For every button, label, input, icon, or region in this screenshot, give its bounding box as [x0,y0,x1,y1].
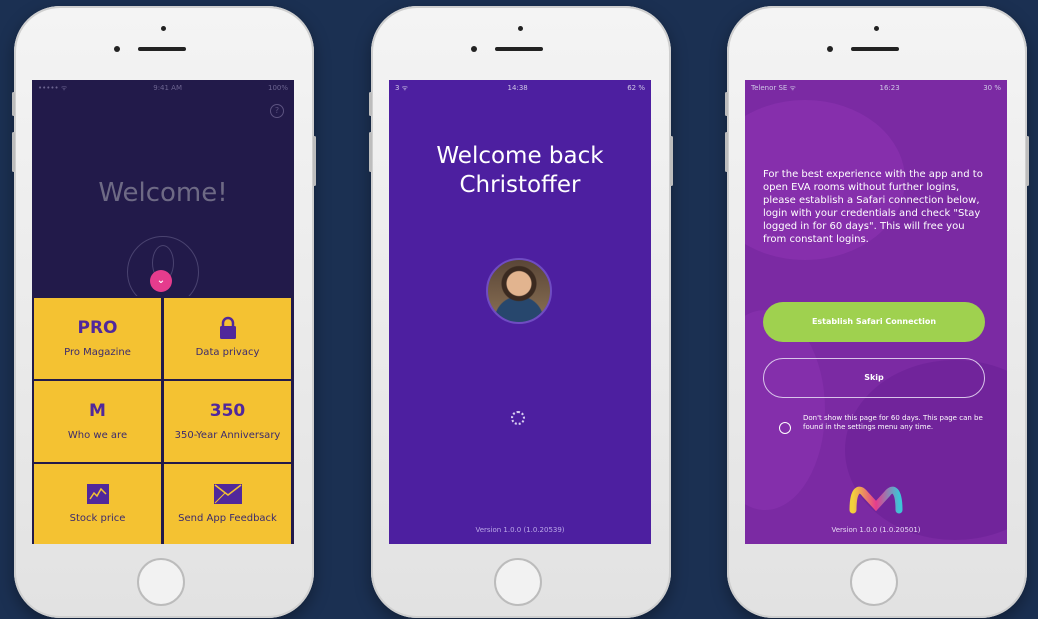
welcome-heading: Welcome back Christoffer [389,142,651,200]
tile-anniversary[interactable]: 350 350-Year Anniversary [164,381,291,462]
tile-send-feedback[interactable]: Send App Feedback [164,464,291,544]
chart-icon [34,481,161,507]
side-button [725,92,728,116]
home-button[interactable] [137,558,185,606]
side-button [12,132,15,172]
tile-pro-magazine[interactable]: PRO Pro Magazine [34,298,161,379]
signal-indicator: ••••• ᯤ [38,83,68,92]
tile-who-we-are[interactable]: M Who we are [34,381,161,462]
350-icon: 350 [209,401,246,421]
earpiece-speaker [495,47,543,51]
version-text: Version 1.0.0 (1.0.20501) [831,526,921,534]
establish-safari-connection-button[interactable]: Establish Safari Connection [763,302,985,342]
version-text: Version 1.0.0 (1.0.20539) [475,526,565,534]
menu-grid: PRO Pro Magazine Data privacy M Who we a… [32,296,294,544]
signal-indicator: Telenor SE ᯤ [751,83,796,92]
front-camera [874,26,879,31]
phone-mockup-1: ••••• ᯤ 9:41 AM 100% ? Welcome! ⌄ PRO Pr… [12,6,316,618]
status-time: 16:23 [879,84,900,92]
loading-spinner-icon [511,411,525,425]
sensor [114,46,120,52]
status-time: 14:38 [507,84,528,92]
envelope-icon [164,481,291,507]
m-logo-icon: M [89,401,106,421]
side-button [369,132,372,172]
tile-stock-price[interactable]: Stock price [34,464,161,544]
battery-indicator: 62 % [627,84,645,92]
page-title: Welcome! [98,178,228,208]
front-camera [518,26,523,31]
checkbox-label: Don't show this page for 60 days. This p… [803,414,983,431]
home-button[interactable] [850,558,898,606]
tile-label: Pro Magazine [64,347,131,358]
chevron-down-icon[interactable]: ⌄ [150,270,172,292]
side-button [725,132,728,172]
tile-label: Who we are [67,430,128,441]
status-bar: ••••• ᯤ 9:41 AM 100% [32,80,294,96]
phone-mockup-2: 3 ᯤ 14:38 62 % Welcome back Christoffer … [369,6,673,618]
status-bar: Telenor SE ᯤ 16:23 30 % [745,80,1007,96]
tile-label: Stock price [69,513,126,524]
signal-indicator: 3 ᯤ [395,83,409,92]
dont-show-checkbox[interactable] [779,422,791,434]
user-name: Christoffer [459,172,581,198]
side-button [369,92,372,116]
help-icon[interactable]: ? [270,104,284,118]
side-button [313,136,316,186]
lock-icon [164,315,291,341]
status-bar: 3 ᯤ 14:38 62 % [389,80,651,96]
sensor [471,46,477,52]
m-logo-icon [849,486,903,514]
home-button[interactable] [494,558,542,606]
status-time: 9:41 AM [153,84,183,92]
phone-mockup-3: Telenor SE ᯤ 16:23 30 % For the best exp… [725,6,1029,618]
front-camera [161,26,166,31]
intro-text: For the best experience with the app and… [763,169,983,245]
side-button [12,92,15,116]
battery-indicator: 100% [267,84,288,92]
skip-button[interactable]: Skip [763,358,985,398]
sensor [827,46,833,52]
welcome-line: Welcome back [436,143,604,169]
tile-label: Data privacy [195,347,260,358]
battery-indicator: 30 % [983,84,1001,92]
pro-logo-icon: PRO [77,318,118,338]
tile-label: 350-Year Anniversary [174,430,281,441]
earpiece-speaker [851,47,899,51]
avatar [486,258,552,324]
tile-data-privacy[interactable]: Data privacy [164,298,291,379]
earpiece-speaker [138,47,186,51]
welcome-screen: ••••• ᯤ 9:41 AM 100% ? Welcome! ⌄ PRO Pr… [32,80,294,544]
welcome-back-screen: 3 ᯤ 14:38 62 % Welcome back Christoffer … [389,80,651,544]
tile-label: Send App Feedback [178,513,277,524]
safari-connection-screen: Telenor SE ᯤ 16:23 30 % For the best exp… [745,80,1007,544]
side-button [1026,136,1029,186]
side-button [670,136,673,186]
